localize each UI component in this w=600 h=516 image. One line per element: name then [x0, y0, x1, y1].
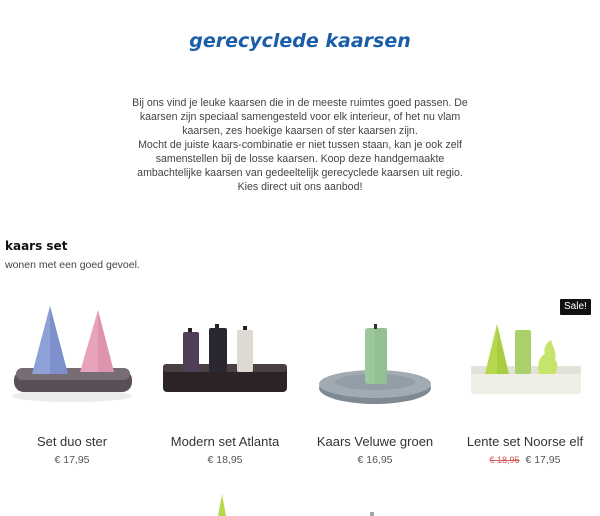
product-sale-price: € 17,95	[525, 454, 561, 466]
candle-shape	[209, 328, 227, 372]
product-image-set-duo-ster[interactable]	[2, 296, 142, 416]
section-subtitle: wonen met een goed gevoel.	[5, 259, 140, 271]
product-price: € 18,95 € 17,95	[445, 454, 600, 466]
page-title: gerecyclede kaarsen	[189, 30, 411, 52]
candle-shape	[183, 332, 199, 372]
sale-badge: Sale!	[560, 299, 591, 315]
intro-line: ambachtelijke kaarsen van gedeeltelijk g…	[137, 167, 463, 179]
product-image-kaars-veluwe-groen[interactable]	[305, 296, 445, 416]
next-product-row-peek	[0, 492, 600, 516]
product-grid: Set duo ster € 17,95 Modern set Atlanta …	[0, 296, 600, 476]
product-price: € 17,95	[54, 454, 90, 466]
candle-shape	[237, 330, 253, 372]
intro-line: Mocht de juiste kaars-combinatie er niet…	[138, 139, 462, 151]
product-price: € 16,95	[357, 454, 393, 466]
product-price: € 18,95	[207, 454, 243, 466]
product-card-lente-set-noorse-elf[interactable]: Lente set Noorse elf € 18,95 € 17,95	[455, 296, 595, 471]
product-card-set-duo-ster[interactable]: Set duo ster € 17,95	[2, 296, 142, 471]
product-name[interactable]: Kaars Veluwe groen	[295, 434, 455, 449]
intro-line: Bij ons vind je leuke kaarsen die in de …	[132, 97, 468, 109]
product-image-modern-set-atlanta[interactable]	[155, 296, 295, 416]
intro-line: samenstellen bij de losse kaarsen. Koop …	[155, 153, 445, 165]
candle-shape	[515, 330, 531, 374]
product-card-kaars-veluwe-groen[interactable]: Kaars Veluwe groen € 16,95	[305, 296, 445, 471]
product-card-modern-set-atlanta[interactable]: Modern set Atlanta € 18,95	[155, 296, 295, 471]
product-name[interactable]: Modern set Atlanta	[145, 434, 305, 449]
intro-line: kaarsen, zes hoekige kaarsen of ster kaa…	[182, 125, 418, 137]
intro-line: Kies direct uit ons aanbod!	[237, 181, 363, 193]
product-name[interactable]: Set duo ster	[0, 434, 152, 449]
product-old-price: € 18,95	[489, 455, 520, 465]
product-name[interactable]: Lente set Noorse elf	[445, 434, 600, 449]
intro-text: Bij ons vind je leuke kaarsen die in de …	[110, 96, 490, 194]
section-title: kaars set	[5, 239, 68, 253]
candle-shape	[538, 340, 558, 374]
intro-line: kaarsen zijn speciaal samengesteld voor …	[139, 111, 461, 123]
